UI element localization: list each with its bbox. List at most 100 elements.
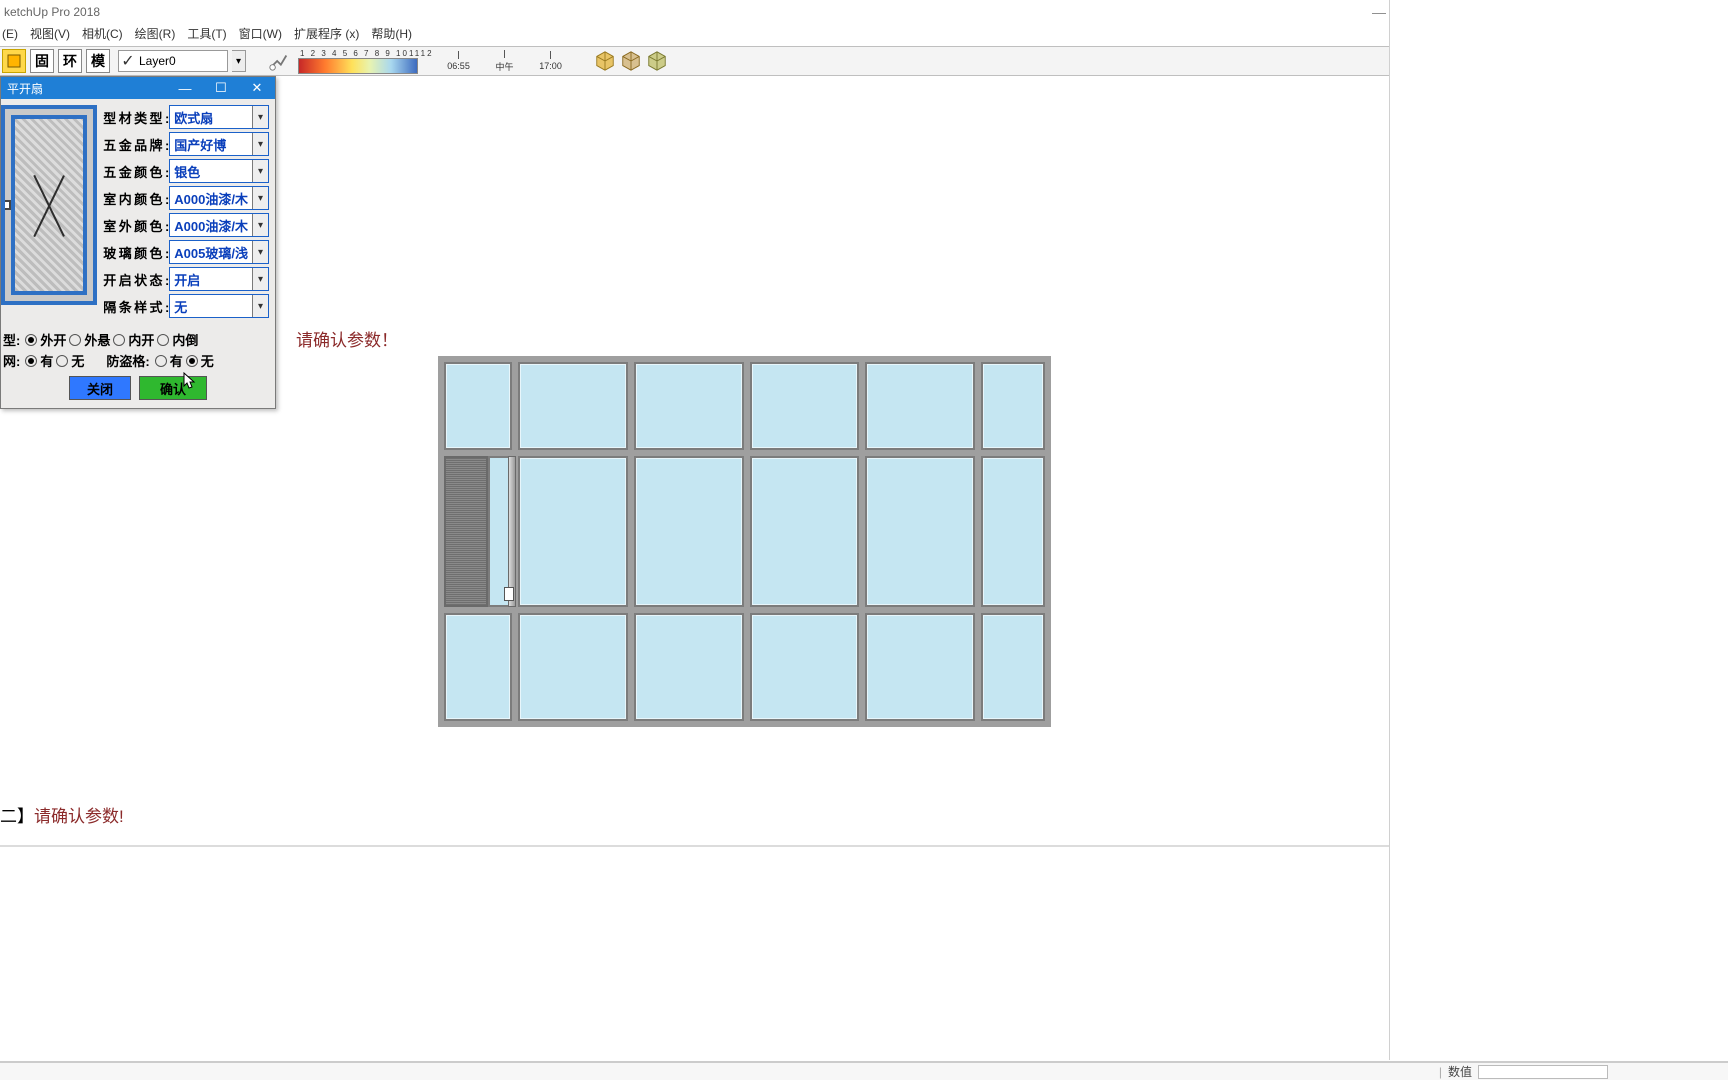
menu-item[interactable]: 帮助(H) (371, 24, 412, 44)
spacer-style-select[interactable]: 无▾ (169, 294, 269, 318)
dialog-close-icon[interactable]: ✕ (239, 77, 275, 99)
chevron-down-icon[interactable]: ▾ (252, 268, 268, 290)
status-bar: | 数值 (0, 1062, 1728, 1080)
menu-item[interactable]: 相机(C) (82, 24, 123, 44)
select-value: 欧式扇 (170, 108, 252, 127)
menu-item[interactable]: (E) (2, 24, 18, 44)
radio-guard-no[interactable] (186, 355, 198, 367)
confirm-hint: 请确认参数！ (296, 326, 398, 351)
radio-guard-yes[interactable] (155, 355, 167, 367)
insect-screen (444, 456, 488, 607)
pane (981, 613, 1045, 721)
menu-bar: (E) 视图(V) 相机(C) 绘图(R) 工具(T) 窗口(W) 扩展程序 (… (0, 24, 412, 44)
scale-numbers: 1 2 3 4 5 6 7 8 9 101112 (300, 49, 434, 58)
chevron-down-icon[interactable]: ▾ (252, 214, 268, 236)
radio-screen-yes[interactable] (25, 355, 37, 367)
radio-hang-out[interactable] (69, 334, 81, 346)
time-label: 17:00 (530, 61, 572, 71)
window-model[interactable] (438, 356, 1051, 727)
glass-color-select[interactable]: A005玻璃/浅▾ (169, 240, 269, 264)
radio-screen-no[interactable] (56, 355, 68, 367)
pane (634, 362, 744, 450)
radio-label: 外悬 (84, 330, 110, 349)
app-title-bar: ketchUp Pro 2018 (0, 0, 1390, 24)
cube-icon[interactable] (594, 50, 616, 72)
time-noon: 中午 (484, 50, 526, 73)
menu-item[interactable]: 窗口(W) (239, 24, 282, 44)
select-value: 国产好博 (170, 135, 252, 154)
cube-icon[interactable] (620, 50, 642, 72)
sash-settings-dialog: 平开扇 — ☐ ✕ 型材类型:欧式扇▾ 五金品牌:国产好博▾ 五金颜色:银色▾ … (0, 76, 276, 409)
pane (750, 613, 860, 721)
pane (750, 456, 860, 607)
field-label: 室外颜色: (103, 216, 169, 235)
indoor-color-select[interactable]: A000油漆/木▾ (169, 186, 269, 210)
close-button[interactable]: 关闭 (69, 376, 131, 400)
radio-label: 有 (170, 351, 183, 370)
chevron-down-icon[interactable]: ▾ (252, 241, 268, 263)
sash-edge (508, 456, 516, 607)
open-state-select[interactable]: 开启▾ (169, 267, 269, 291)
pane (981, 456, 1045, 607)
radio-label: 无 (201, 351, 214, 370)
pane (865, 613, 975, 721)
menu-item[interactable]: 绘图(R) (135, 24, 176, 44)
field-label: 型材类型: (103, 108, 169, 127)
radio-tilt-in[interactable] (157, 334, 169, 346)
field-label: 五金品牌: (103, 135, 169, 154)
radio-open-in[interactable] (113, 334, 125, 346)
select-value: A000油漆/木 (170, 189, 252, 208)
profile-type-select[interactable]: 欧式扇▾ (169, 105, 269, 129)
menu-item[interactable]: 扩展程序 (x) (294, 24, 359, 44)
select-value: A000油漆/木 (170, 216, 252, 235)
sash-handle-icon (504, 587, 514, 601)
chevron-down-icon[interactable]: ▾ (252, 187, 268, 209)
pane (750, 362, 860, 450)
temperature-gradient[interactable] (298, 58, 418, 74)
time-morning: 06:55 (438, 51, 480, 71)
window-buttons: — (1372, 4, 1386, 20)
radio-open-out[interactable] (25, 334, 37, 346)
chevron-down-icon[interactable]: ▾ (252, 106, 268, 128)
tool-icon[interactable]: 固 (30, 49, 54, 73)
layer-dropdown-icon[interactable]: ▾ (232, 50, 246, 72)
select-value: 开启 (170, 270, 252, 289)
radio-label: 内倒 (172, 330, 198, 349)
minimize-icon[interactable]: — (1372, 4, 1386, 20)
radio-label: 外开 (40, 330, 66, 349)
select-value: 无 (170, 297, 252, 316)
layer-selector[interactable]: ✓ Layer0 (118, 50, 228, 72)
hardware-color-select[interactable]: 银色▾ (169, 159, 269, 183)
cube-icon[interactable] (646, 50, 668, 72)
field-label: 开启状态: (103, 270, 169, 289)
dialog-minimize-icon[interactable]: — (167, 77, 203, 99)
dialog-titlebar[interactable]: 平开扇 — ☐ ✕ (1, 77, 275, 99)
time-label: 中午 (484, 60, 526, 73)
radio-label: 无 (71, 351, 84, 370)
measurement-label: 数值 (1448, 1063, 1472, 1080)
layer-visible-icon[interactable]: ✓ (119, 51, 137, 71)
tool-icon[interactable] (2, 49, 26, 73)
confirm-hint-2: 二】请确认参数! (0, 802, 124, 827)
dialog-title: 平开扇 (7, 80, 43, 97)
pane (981, 362, 1045, 450)
group-label: 防盗格: (106, 351, 149, 370)
chevron-down-icon[interactable]: ▾ (252, 133, 268, 155)
open-sash (444, 456, 512, 607)
hardware-brand-select[interactable]: 国产好博▾ (169, 132, 269, 156)
brush-icon[interactable] (268, 50, 290, 72)
open-type-group: 型: 外开 外悬 内开 内倒 (1, 328, 275, 349)
tool-icon[interactable]: 模 (86, 49, 110, 73)
menu-item[interactable]: 工具(T) (187, 24, 226, 44)
tool-icon[interactable]: 环 (58, 49, 82, 73)
chevron-down-icon[interactable]: ▾ (252, 295, 268, 317)
select-value: A005玻璃/浅 (170, 243, 252, 262)
menu-item[interactable]: 视图(V) (30, 24, 70, 44)
measurement-input[interactable] (1478, 1065, 1608, 1079)
confirm-button[interactable]: 确认 (139, 376, 207, 400)
dialog-maximize-icon[interactable]: ☐ (203, 77, 239, 99)
app-title: ketchUp Pro 2018 (4, 5, 100, 19)
time-evening: 17:00 (530, 51, 572, 71)
chevron-down-icon[interactable]: ▾ (252, 160, 268, 182)
outdoor-color-select[interactable]: A000油漆/木▾ (169, 213, 269, 237)
